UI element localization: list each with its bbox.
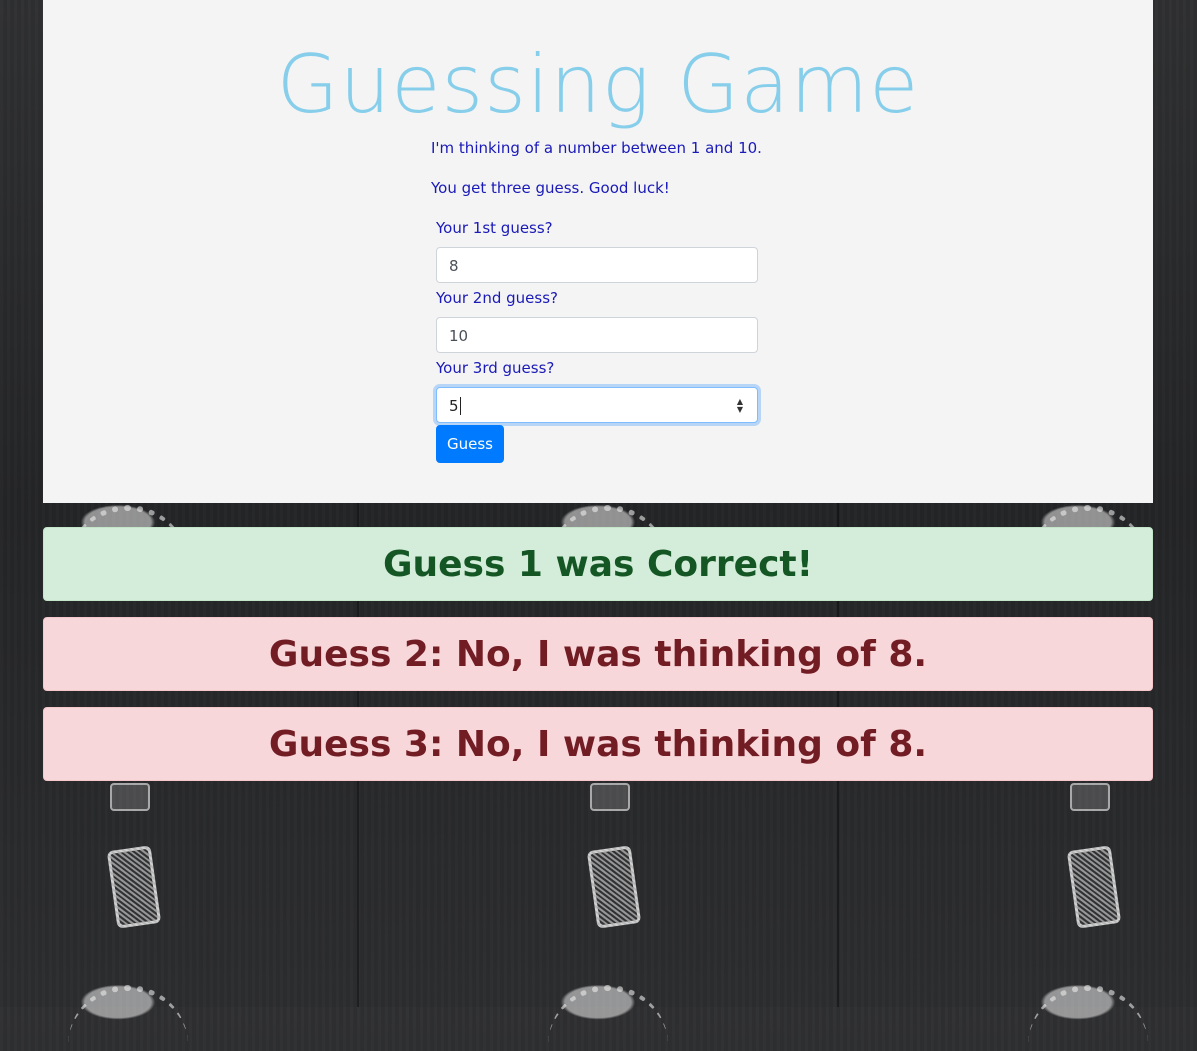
guess3-input[interactable]: 5 ▲ ▼ <box>436 387 758 423</box>
page-title: Guessing Game <box>276 38 920 131</box>
chalk-dot-icon <box>106 845 162 929</box>
chalk-mark-icon <box>110 783 150 811</box>
guess3-label: Your 3rd guess? <box>436 359 555 377</box>
chalk-question-mark-icon <box>1028 985 1148 1051</box>
text-cursor <box>459 397 461 415</box>
chalk-dot-icon <box>1066 845 1122 929</box>
result-alert-danger: Guess 2: No, I was thinking of 8. <box>43 617 1153 691</box>
guess-button[interactable]: Guess <box>436 425 504 463</box>
instructions-text: You get three guess. Good luck! <box>431 179 670 197</box>
number-spinner-icon[interactable]: ▲ ▼ <box>735 398 745 414</box>
guess2-label: Your 2nd guess? <box>436 289 558 307</box>
chalk-dot-icon <box>586 845 642 929</box>
result-alert-success: Guess 1 was Correct! <box>43 527 1153 601</box>
result-alert-danger: Guess 3: No, I was thinking of 8. <box>43 707 1153 781</box>
chalk-question-mark-icon <box>548 985 668 1051</box>
guess3-value: 5 <box>449 397 459 415</box>
intro-text: I'm thinking of a number between 1 and 1… <box>431 139 762 157</box>
guess1-label: Your 1st guess? <box>436 219 553 237</box>
guess2-input[interactable]: 10 <box>436 317 758 353</box>
game-panel: Guessing Game I'm thinking of a number b… <box>43 0 1153 503</box>
chalk-question-mark-icon <box>68 985 188 1051</box>
chalk-mark-icon <box>590 783 630 811</box>
chalk-mark-icon <box>1070 783 1110 811</box>
guess1-input[interactable]: 8 <box>436 247 758 283</box>
